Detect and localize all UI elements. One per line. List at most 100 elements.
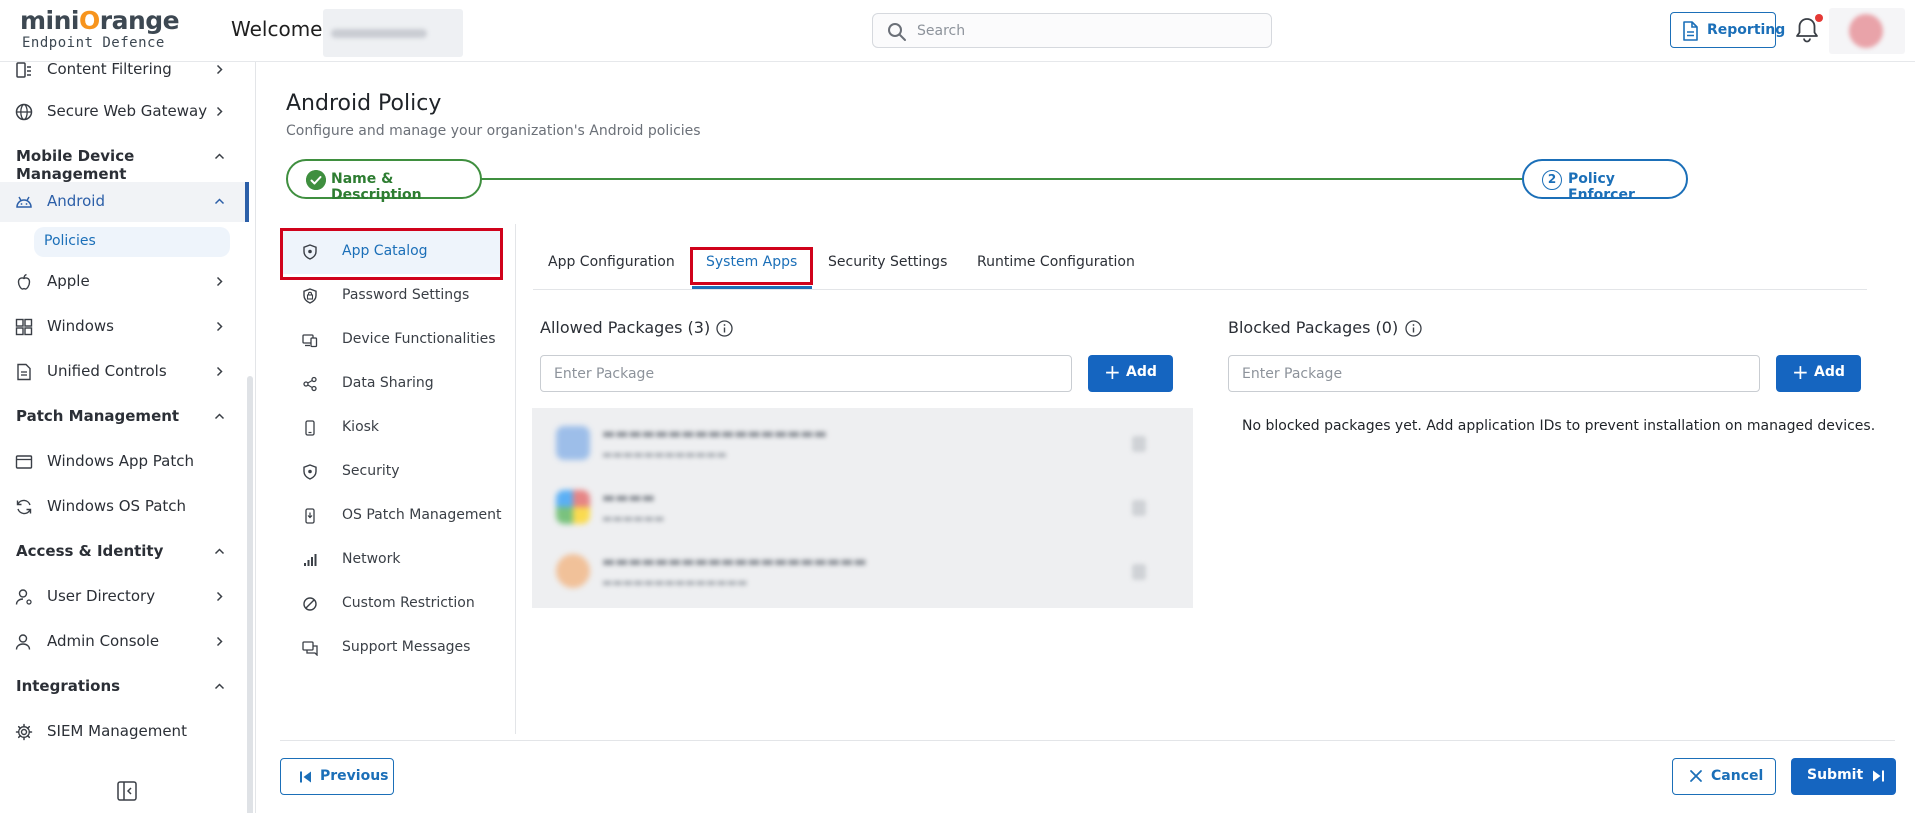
sidebar-item-label: SIEM Management — [47, 722, 187, 740]
previous-label: Previous — [320, 768, 389, 784]
sidebar-item-label: Apple — [47, 272, 90, 290]
page-title: Android Policy — [286, 91, 442, 116]
skip-forward-icon — [1873, 770, 1884, 782]
nav-device-functionalities[interactable]: Device Functionalities — [280, 318, 502, 362]
sidebar-item-label: User Directory — [47, 587, 156, 605]
sidebar-item-policies[interactable]: Policies — [34, 227, 230, 257]
mobile-icon — [305, 420, 315, 436]
tab-security-settings[interactable]: Security Settings — [820, 248, 948, 290]
delete-icon[interactable] — [1132, 564, 1146, 580]
delete-icon[interactable] — [1132, 500, 1146, 516]
nav-kiosk[interactable]: Kiosk — [280, 406, 502, 450]
info-icon[interactable] — [716, 320, 733, 337]
allowed-package-field[interactable] — [541, 356, 1071, 391]
blurred-app-name: ▬▬▬▬ — [602, 490, 655, 506]
sidebar-item-content-filtering[interactable]: Content Filtering — [0, 50, 245, 90]
active-tab-indicator — [692, 286, 812, 289]
allowed-package-input[interactable] — [540, 355, 1072, 392]
delete-icon[interactable] — [1132, 436, 1146, 452]
section-label: Access & Identity — [16, 542, 164, 560]
plus-icon: + — [1104, 360, 1121, 384]
tab-label: Security Settings — [828, 254, 948, 270]
miniorange-logo[interactable]: miniOrange Endpoint Defence — [20, 6, 180, 54]
user-avatar[interactable] — [1829, 8, 1905, 54]
blocked-package-input[interactable] — [1228, 355, 1760, 392]
chevron-right-icon — [216, 591, 223, 602]
nav-label: Kiosk — [342, 419, 380, 435]
nav-custom-restriction[interactable]: Custom Restriction — [280, 582, 502, 626]
window-icon — [15, 455, 33, 469]
sidebar-section-integrations[interactable]: Integrations — [0, 667, 245, 707]
sidebar-item-label: Admin Console — [47, 632, 160, 650]
blurred-username — [323, 9, 463, 57]
sidebar-item-label: Windows App Patch — [47, 452, 194, 470]
highlight-box-system-apps — [690, 247, 813, 285]
page-subtitle: Configure and manage your organization's… — [286, 123, 701, 139]
sidebar-item-android[interactable]: Android — [0, 182, 249, 222]
previous-button[interactable]: Previous — [280, 758, 394, 795]
sidebar-scrollbar[interactable] — [247, 376, 253, 813]
nav-data-sharing[interactable]: Data Sharing — [280, 362, 502, 406]
nav-password-settings[interactable]: Password Settings — [280, 274, 502, 318]
sidebar-item-user-directory[interactable]: User Directory — [0, 577, 245, 617]
nav-label: Support Messages — [342, 639, 471, 655]
highlight-box-app-catalog — [280, 228, 503, 280]
sidebar-item-windows-app-patch[interactable]: Windows App Patch — [0, 442, 245, 482]
chevron-up-icon — [214, 153, 225, 160]
sidebar-item-label: Policies — [44, 233, 96, 249]
add-blocked-package-button[interactable]: + Add — [1776, 355, 1861, 392]
tab-app-configuration[interactable]: App Configuration — [533, 248, 675, 290]
allowed-packages-list: ▬▬▬▬▬▬▬▬▬▬▬▬▬▬▬▬▬ ▬▬▬▬▬▬▬▬▬▬▬▬ ▬▬▬▬ ▬▬▬▬… — [532, 408, 1193, 608]
section-label: Integrations — [16, 677, 121, 695]
logo-text: mini — [20, 6, 80, 35]
apple-icon — [17, 273, 31, 290]
list-item[interactable]: ▬▬▬▬▬▬▬▬▬▬▬▬▬▬▬▬▬ ▬▬▬▬▬▬▬▬▬▬▬▬ — [532, 412, 1193, 476]
nav-label: Network — [342, 551, 401, 567]
sidebar-item-windows-os-patch[interactable]: Windows OS Patch — [0, 487, 245, 527]
sidebar-item-windows[interactable]: Windows — [0, 307, 245, 347]
sidebar-section-mdm[interactable]: Mobile Device Management — [0, 137, 245, 183]
nav-os-patch-management[interactable]: OS Patch Management — [280, 494, 502, 538]
blurred-package-id: ▬▬▬▬▬▬▬▬▬▬▬▬ — [602, 448, 727, 461]
step-policy-enforcer[interactable]: 2 Policy Enforcer — [1522, 159, 1688, 203]
block-icon — [303, 597, 317, 611]
sidebar-item-secure-web-gateway[interactable]: Secure Web Gateway — [0, 92, 245, 132]
section-label: Patch Management — [16, 407, 180, 425]
blurred-package-id: ▬▬▬▬▬▬ — [602, 512, 665, 525]
welcome-text: Welcome, — [231, 17, 329, 41]
chat-icon — [302, 641, 318, 656]
sidebar-item-apple[interactable]: Apple — [0, 262, 245, 302]
windows-icon — [15, 318, 33, 336]
chevron-right-icon — [216, 64, 223, 75]
devices-icon — [302, 334, 318, 348]
sidebar-item-siem-management[interactable]: SIEM Management — [0, 712, 245, 752]
chevron-right-icon — [216, 366, 223, 377]
search-icon — [888, 23, 906, 41]
nav-network[interactable]: Network — [280, 538, 502, 582]
search-bar[interactable]: Search — [872, 13, 1272, 48]
sidebar-section-patch-management[interactable]: Patch Management — [0, 397, 245, 437]
cancel-button[interactable]: Cancel — [1672, 758, 1776, 795]
list-item[interactable]: ▬▬▬▬▬▬▬▬▬▬▬▬▬▬▬▬▬▬▬▬ ▬▬▬▬▬▬▬▬▬▬▬▬▬▬ — [532, 540, 1193, 604]
info-icon[interactable] — [1405, 320, 1422, 337]
tab-label: Runtime Configuration — [977, 254, 1135, 270]
add-allowed-package-button[interactable]: + Add — [1088, 355, 1173, 392]
reporting-button[interactable]: Reporting — [1670, 12, 1785, 48]
chevron-up-icon — [214, 548, 225, 555]
nav-security[interactable]: Security — [280, 450, 502, 494]
sidebar-item-label: Content Filtering — [47, 60, 172, 78]
blocked-package-field[interactable] — [1229, 356, 1759, 391]
nav-label: Security — [342, 463, 400, 479]
lock-shield-icon — [303, 288, 317, 304]
submit-button[interactable]: Submit — [1791, 758, 1896, 795]
nav-label: Data Sharing — [342, 375, 434, 391]
list-item[interactable]: ▬▬▬▬ ▬▬▬▬▬▬ — [532, 476, 1193, 540]
sidebar-section-access-identity[interactable]: Access & Identity — [0, 532, 245, 572]
nav-support-messages[interactable]: Support Messages — [280, 626, 502, 670]
tab-runtime-configuration[interactable]: Runtime Configuration — [965, 248, 1135, 290]
collapse-sidebar-icon[interactable] — [116, 780, 138, 802]
sidebar-item-admin-console[interactable]: Admin Console — [0, 622, 245, 662]
nav-label: Device Functionalities — [342, 331, 496, 347]
step-name-description[interactable]: Name & Description — [286, 159, 482, 203]
sidebar-item-unified-controls[interactable]: Unified Controls — [0, 352, 245, 392]
